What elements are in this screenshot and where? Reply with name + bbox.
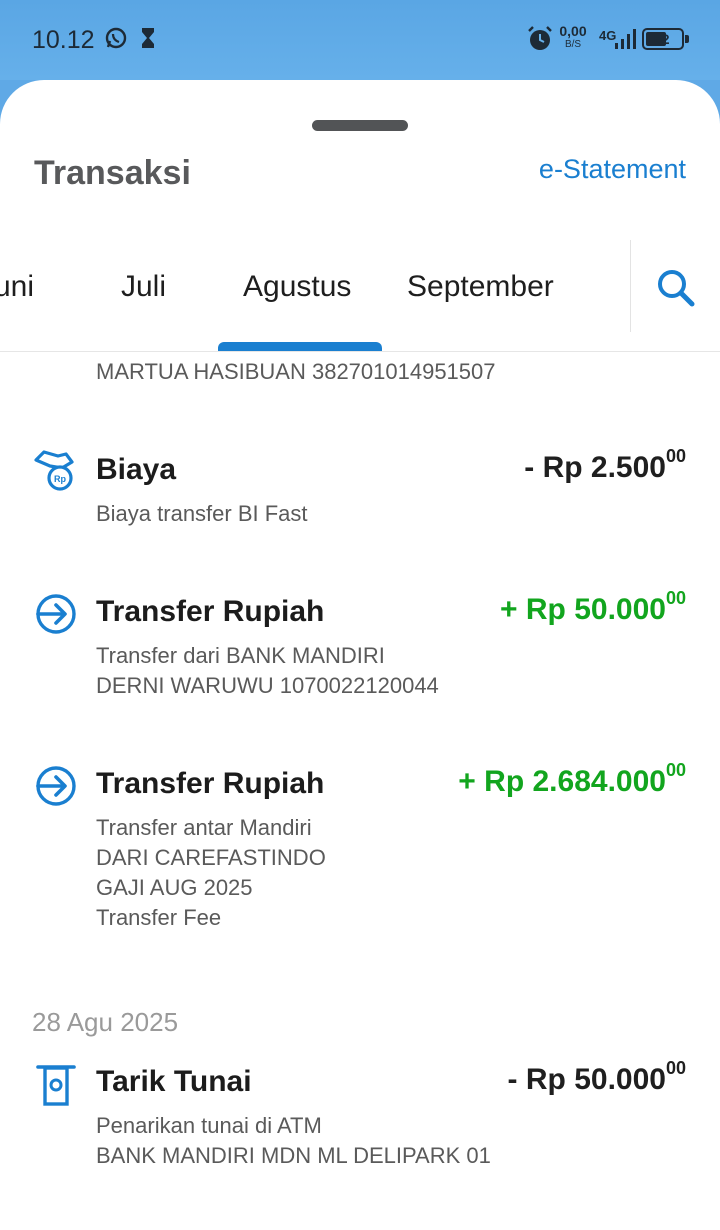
- alarm-icon: [528, 26, 552, 50]
- transaction-item[interactable]: Rp Biaya - Rp 2.50000 Biaya transfer BI …: [0, 432, 720, 542]
- whatsapp-icon: [105, 27, 127, 49]
- transfer-in-icon: [36, 766, 76, 806]
- transaction-title: Transfer Rupiah: [96, 595, 325, 628]
- drag-handle[interactable]: [312, 120, 408, 131]
- date-header: 28 Agu 2025: [32, 1007, 179, 1037]
- net-speed: 0,00 B/S: [559, 23, 587, 50]
- transaction-item[interactable]: Tarik Tunai - Rp 50.00000 Penarikan tuna…: [0, 1044, 720, 1194]
- transaction-description: Transfer antar Mandiri DARI CAREFASTINDO…: [96, 815, 326, 930]
- transaction-item[interactable]: Transfer Rupiah + Rp 2.684.00000 Transfe…: [0, 746, 720, 956]
- transaction-amount: - Rp 2.50000: [524, 446, 686, 484]
- tabs-divider: [630, 240, 631, 332]
- e-statement-link[interactable]: e-Statement: [539, 154, 686, 185]
- transaction-amount: + Rp 2.684.00000: [458, 760, 686, 798]
- atm-icon: [36, 1065, 76, 1106]
- hourglass-icon: [142, 28, 154, 48]
- transaction-description: Transfer dari BANK MANDIRI DERNI WARUWU …: [96, 643, 439, 698]
- transaction-title: Biaya: [96, 453, 177, 486]
- tab-juli[interactable]: Juli: [121, 270, 166, 304]
- tab-juni[interactable]: uni: [0, 270, 34, 304]
- transaction-list: MARTUA HASIBUAN 382701014951507 Rp Biaya…: [0, 352, 720, 1230]
- fee-icon: Rp: [34, 450, 74, 491]
- tab-agustus[interactable]: Agustus: [243, 270, 351, 304]
- search-icon[interactable]: [654, 266, 698, 310]
- transaction-description-partial: MARTUA HASIBUAN 382701014951507: [96, 359, 496, 384]
- signal-icon: [615, 29, 636, 49]
- status-bar: 10.12 0,00 B/S 4G 52: [0, 0, 720, 80]
- month-tabs: uni Juli Agustus September: [0, 240, 720, 352]
- transaction-title: Transfer Rupiah: [96, 767, 325, 800]
- transaction-title: Tarik Tunai: [96, 1065, 252, 1098]
- transaction-item[interactable]: Transfer Rupiah + Rp 50.00000 Transfer d…: [0, 574, 720, 714]
- transactions-sheet: Transaksi e-Statement uni Juli Agustus S…: [0, 80, 720, 1230]
- status-time: 10.12: [32, 26, 95, 54]
- transaction-amount: + Rp 50.00000: [500, 588, 686, 626]
- transaction-description: Biaya transfer BI Fast: [96, 501, 308, 526]
- tab-september[interactable]: September: [407, 270, 554, 304]
- page-title: Transaksi: [34, 154, 191, 192]
- transfer-in-icon: [36, 594, 76, 634]
- battery-icon: 52: [642, 28, 689, 50]
- transaction-amount: - Rp 50.00000: [507, 1058, 686, 1096]
- transaction-description: Penarikan tunai di ATM BANK MANDIRI MDN …: [96, 1113, 491, 1168]
- svg-text:Rp: Rp: [54, 474, 66, 484]
